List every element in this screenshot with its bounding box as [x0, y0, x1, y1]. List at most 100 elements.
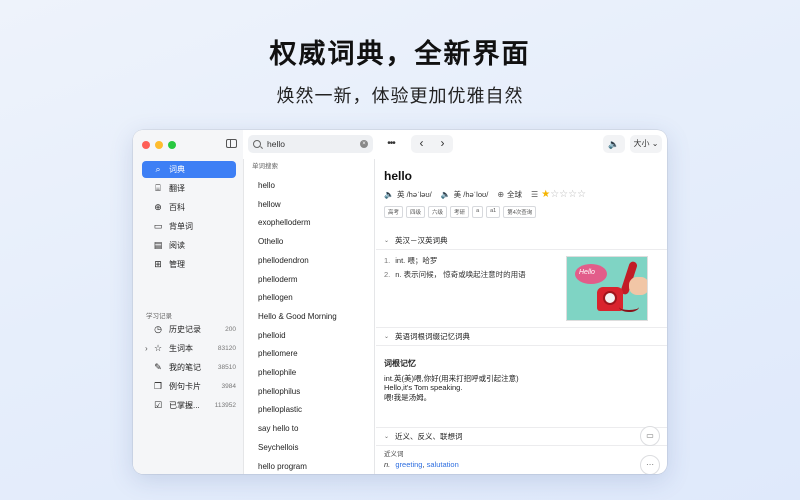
us-label: 美 — [453, 190, 462, 199]
search-box[interactable]: × — [248, 135, 373, 153]
book-icon: ▤ — [153, 240, 163, 250]
sidebar-item-label: 翻译 — [169, 184, 185, 193]
sidebar-item-label: 阅读 — [169, 241, 185, 250]
section-title: 英汉－汉英词典 — [395, 236, 448, 245]
divider — [376, 249, 667, 250]
speaker-icon[interactable]: 🔈 — [441, 190, 451, 199]
search-input[interactable] — [267, 139, 357, 149]
grid-icon: ⊞ — [154, 259, 162, 269]
list-item[interactable]: Seychellois — [258, 443, 298, 452]
minimize-window-button[interactable] — [155, 140, 163, 149]
divider — [376, 445, 667, 446]
sidebar-item-0[interactable]: ⌕ 词典 — [142, 161, 236, 178]
list-item[interactable]: phellophilus — [258, 387, 300, 396]
list-item[interactable]: phelloplastic — [258, 405, 302, 414]
chevron-down-icon: ⌄ — [384, 334, 390, 340]
calendar-check-icon: ☑ — [153, 400, 163, 410]
pronunciation-row: 🔈 英 /həˈləʊ/ 🔈 美 /həˈloʊ/ ⊕ 全球 ☰ ★☆☆☆☆ — [384, 189, 586, 200]
phone-cord — [619, 302, 639, 312]
tag-badge: 四级 — [406, 206, 426, 218]
section-title: 英语词根词缀记忆词典 — [395, 332, 471, 341]
star-icon[interactable]: ★ — [541, 189, 550, 200]
record-label: 生词本 — [169, 344, 193, 353]
record-item-0[interactable]: ◷ 历史记录 200 — [142, 321, 236, 338]
list-item[interactable]: hello program — [258, 462, 307, 471]
star-icon[interactable]: ☆ — [559, 189, 568, 200]
definition-line: 1. int. 喂；哈罗 — [384, 255, 437, 266]
record-count: 200 — [225, 326, 236, 333]
etymology-line: Hello,it's Tom speaking. — [384, 382, 463, 392]
record-item-3[interactable]: ❐ 例句卡片 3984 — [142, 378, 236, 395]
sidebar-toggle-icon[interactable] — [226, 139, 237, 148]
definition-number: 1. — [384, 256, 391, 265]
list-item[interactable]: say hello to — [258, 424, 298, 433]
chevron-right-icon[interactable]: › — [145, 344, 148, 353]
globe-icon[interactable]: ⊕ — [497, 190, 504, 199]
translate-icon: ⌸ — [155, 183, 161, 193]
back-button[interactable]: ‹ — [411, 135, 432, 153]
more-icon[interactable]: ⋯ — [640, 455, 660, 474]
list-item[interactable]: Hello & Good Morning — [258, 312, 337, 321]
record-count: 3984 — [221, 383, 236, 390]
zoom-window-button[interactable] — [168, 140, 176, 149]
list-icon[interactable]: ☰ — [531, 190, 538, 199]
list-item[interactable]: Othello — [258, 237, 283, 246]
synonym-link[interactable]: salutation — [427, 460, 459, 469]
list-item[interactable]: phellomere — [258, 349, 298, 358]
word-title: hello — [384, 169, 413, 183]
star-icon[interactable]: ☆ — [577, 189, 586, 200]
font-size-button[interactable]: 大小 ⌄ — [630, 135, 662, 153]
list-item[interactable]: phellophile — [258, 368, 296, 377]
list-item[interactable]: exophelloderm — [258, 218, 310, 227]
sidebar-item-1[interactable]: ⌸ 翻译 — [142, 180, 236, 197]
sidebar-item-2[interactable]: ⊕ 百科 — [142, 199, 236, 216]
speaker-button[interactable]: 🔈 — [603, 135, 625, 153]
section-header-dictionary[interactable]: ⌄ 英汉－汉英词典 — [384, 235, 660, 246]
definition-line: 2. n. 表示问候， 惊奇或唤起注意时的用语 — [384, 269, 526, 280]
forward-button[interactable]: › — [432, 135, 453, 153]
section-header-etymology[interactable]: ⌄ 英语词根词缀记忆词典 — [384, 331, 660, 342]
section-header-synonyms[interactable]: ⌄ 近义、反义、联想词 — [384, 431, 660, 442]
star-icon[interactable]: ☆ — [550, 189, 559, 200]
tag-badge: 考研 — [450, 206, 470, 218]
sidebar-item-4[interactable]: ▤ 阅读 — [142, 237, 236, 254]
search-icon — [253, 140, 261, 148]
sidebar-item-3[interactable]: ▭ 背单词 — [142, 218, 236, 235]
global-label[interactable]: 全球 — [507, 189, 522, 200]
more-options-button[interactable]: ••• — [380, 135, 402, 153]
clear-search-icon[interactable]: × — [360, 140, 368, 148]
list-item[interactable]: phellodendron — [258, 256, 309, 265]
list-item[interactable]: phelloid — [258, 331, 286, 340]
list-item[interactable]: phellogen — [258, 293, 293, 302]
word-illustration: Hello — [566, 256, 648, 321]
etymology-title: 词根记忆 — [384, 359, 416, 368]
detail-pane: hello 🔈 英 /həˈləʊ/ 🔈 美 /həˈloʊ/ ⊕ 全球 ☰ ★… — [376, 159, 667, 474]
record-label: 历史记录 — [169, 325, 201, 334]
definition-text: n. 表示问候， 惊奇或唤起注意时的用语 — [395, 270, 526, 279]
app-window: × ••• ‹ › 🔈 大小 ⌄ ⌕ 词典 ⌸ 翻译 ⊕ 百科 ▭ 背单词 ▤ 阅读 ⊞ 管理 学习记… — [133, 130, 667, 474]
globe-icon: ⊕ — [154, 202, 162, 212]
section-title: 近义、反义、联想词 — [395, 432, 463, 441]
headline: 权威词典，全新界面 — [269, 39, 531, 69]
record-item-2[interactable]: ✎ 我的笔记 38510 — [142, 359, 236, 376]
close-window-button[interactable] — [142, 140, 150, 149]
list-item[interactable]: phelloderm — [258, 275, 298, 284]
phone-dial — [603, 291, 617, 305]
search-icon: ⌕ — [155, 164, 161, 174]
record-item-4[interactable]: ☑ 已掌握... 113952 — [142, 397, 236, 414]
sidebar: ⌕ 词典 ⌸ 翻译 ⊕ 百科 ▭ 背单词 ▤ 阅读 ⊞ 管理 学习记录 ◷ 历史记录 200 › ☆ 生词本 83… — [133, 159, 243, 474]
definition-text: int. 喂；哈罗 — [395, 256, 438, 265]
sidebar-item-label: 百科 — [169, 203, 185, 212]
divider — [376, 327, 667, 328]
sidebar-item-5[interactable]: ⊞ 管理 — [142, 256, 236, 273]
synonym-link[interactable]: greeting — [395, 460, 422, 469]
speaker-icon[interactable]: 🔈 — [384, 190, 394, 199]
tag-badge: 第4次查询 — [503, 206, 537, 218]
history-icon: ◷ — [154, 324, 162, 334]
comment-icon[interactable]: ▭ — [640, 426, 660, 446]
star-icon[interactable]: ☆ — [568, 189, 577, 200]
etymology-line: 喂!我是汤姆。 — [384, 393, 432, 402]
list-item[interactable]: hello — [258, 181, 275, 190]
list-item[interactable]: hellow — [258, 200, 281, 209]
record-item-1[interactable]: › ☆ 生词本 83120 — [142, 340, 236, 357]
